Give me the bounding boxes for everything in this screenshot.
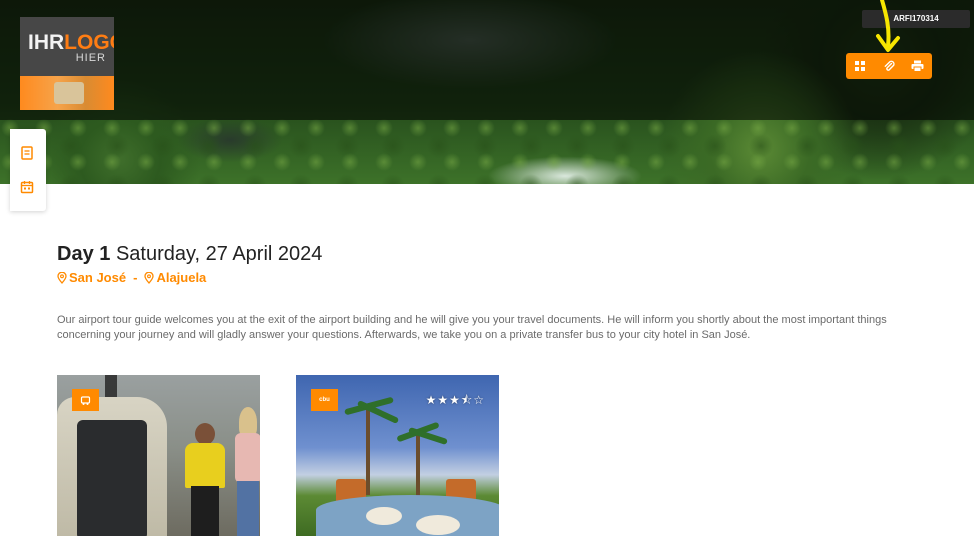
plate-graphic [366, 507, 402, 525]
location-pin-icon [57, 271, 67, 284]
side-navigation [10, 129, 46, 211]
day-heading: Day 1 Saturday, 27 April 2024 [57, 243, 322, 266]
document-icon[interactable] [19, 145, 35, 161]
hotel-badge: cbu [311, 389, 338, 411]
location-pin-icon [144, 271, 155, 284]
route-separator: - [133, 270, 138, 285]
logo-bus-graphic [54, 82, 84, 104]
printer-icon [911, 60, 924, 72]
document-toolbar [846, 53, 932, 79]
logo-subtext: HIER [75, 52, 106, 64]
header-overlay [0, 0, 974, 120]
attachments-button[interactable] [878, 55, 900, 77]
traveller-graphic [235, 407, 260, 536]
company-logo: IHRLOGO HIER [20, 17, 114, 110]
hotel-photo[interactable]: cbu ★★★⯪☆ [296, 375, 499, 536]
palm-graphic [366, 405, 370, 495]
palm-graphic [416, 430, 420, 500]
print-button[interactable] [907, 55, 929, 77]
route-to-link[interactable]: Alajuela [156, 270, 206, 285]
day-description: Our airport tour guide welcomes you at t… [57, 314, 887, 341]
header-banner [0, 0, 974, 184]
logo-photo-strip [20, 76, 114, 110]
breakfast-table-graphic [316, 495, 499, 536]
route-from-link[interactable]: San José [69, 270, 126, 285]
grid-icon [855, 61, 866, 71]
day-route: San José - Alajuela [57, 270, 206, 285]
calendar-icon[interactable] [19, 179, 35, 195]
van-door-graphic [77, 420, 147, 536]
transfer-badge [72, 389, 99, 411]
hotel-star-rating: ★★★⯪☆ [425, 393, 485, 407]
day-date: Saturday, 27 April 2024 [115, 243, 323, 265]
transfer-icon [80, 395, 91, 405]
day-number: Day 1 [57, 243, 111, 265]
guide-graphic [185, 423, 225, 536]
plate-graphic [416, 515, 460, 535]
paperclip-icon [884, 60, 895, 71]
grid-view-button[interactable] [849, 55, 871, 77]
transfer-photo[interactable] [57, 375, 260, 536]
annotation-arrow-icon [876, 0, 900, 52]
forest-texture [0, 118, 974, 184]
